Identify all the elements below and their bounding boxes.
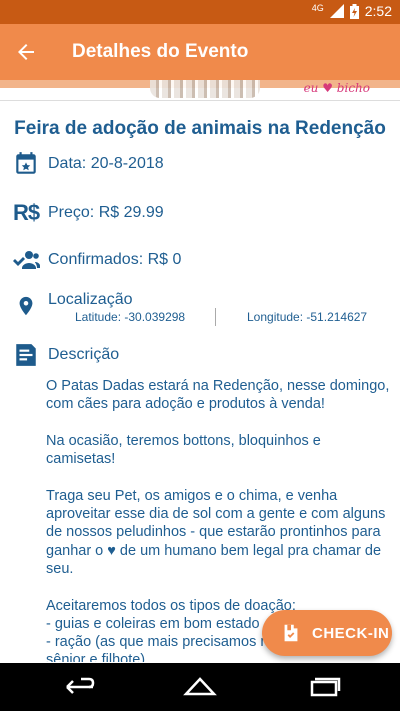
status-bar: 4G 2:52 <box>0 0 400 24</box>
app-toolbar: Detalhes do Evento <box>0 24 400 80</box>
back-button[interactable] <box>12 38 40 66</box>
currency-icon: R$ <box>12 200 40 225</box>
description-label: Descrição <box>48 346 120 363</box>
signal-icon <box>329 4 344 18</box>
battery-icon <box>349 3 359 19</box>
latitude-value: Latitude: -30.039298 <box>75 310 186 324</box>
people-icon <box>12 246 40 274</box>
longitude-value: Longitude: -51.214627 <box>247 310 368 324</box>
event-details[interactable]: Feira de adoção de animais na Redenção D… <box>0 100 400 662</box>
check-in-button[interactable]: CHECK-IN <box>262 610 392 656</box>
confirmed-row: Confirmados: R$ 0 <box>12 246 181 274</box>
calendar-icon <box>12 150 40 178</box>
checkin-icon <box>280 622 302 644</box>
event-price: Preço: R$ 29.99 <box>48 204 164 221</box>
system-nav-bar <box>0 663 400 711</box>
nav-back-button[interactable] <box>59 675 95 699</box>
location-label: Localização <box>48 291 133 308</box>
network-type: 4G <box>311 3 324 13</box>
check-in-label: CHECK-IN <box>312 624 390 642</box>
nav-home-icon <box>183 677 217 696</box>
brand-logo: eu ♥ bicho <box>303 81 370 95</box>
event-date: Data: 20-8-2018 <box>48 155 164 172</box>
banner-illustration <box>150 80 260 98</box>
description-row: Descrição <box>12 341 119 369</box>
location-pin-icon <box>12 292 40 320</box>
nav-home-button[interactable] <box>182 675 218 699</box>
nav-back-icon <box>66 677 95 694</box>
nav-recents-icon <box>310 677 341 697</box>
clock: 2:52 <box>364 3 392 19</box>
nav-recents-button[interactable] <box>306 675 342 699</box>
event-banner-image: eu ♥ bicho <box>0 80 400 101</box>
event-confirmed: Confirmados: R$ 0 <box>48 251 182 268</box>
date-row: Data: 20-8-2018 <box>12 150 164 178</box>
back-arrow-icon <box>18 44 34 60</box>
event-title: Feira de adoção de animais na Redenção <box>14 118 386 139</box>
price-row: R$ Preço: R$ 29.99 <box>12 199 164 227</box>
notes-icon <box>12 341 40 369</box>
page-title: Detalhes do Evento <box>72 41 249 62</box>
